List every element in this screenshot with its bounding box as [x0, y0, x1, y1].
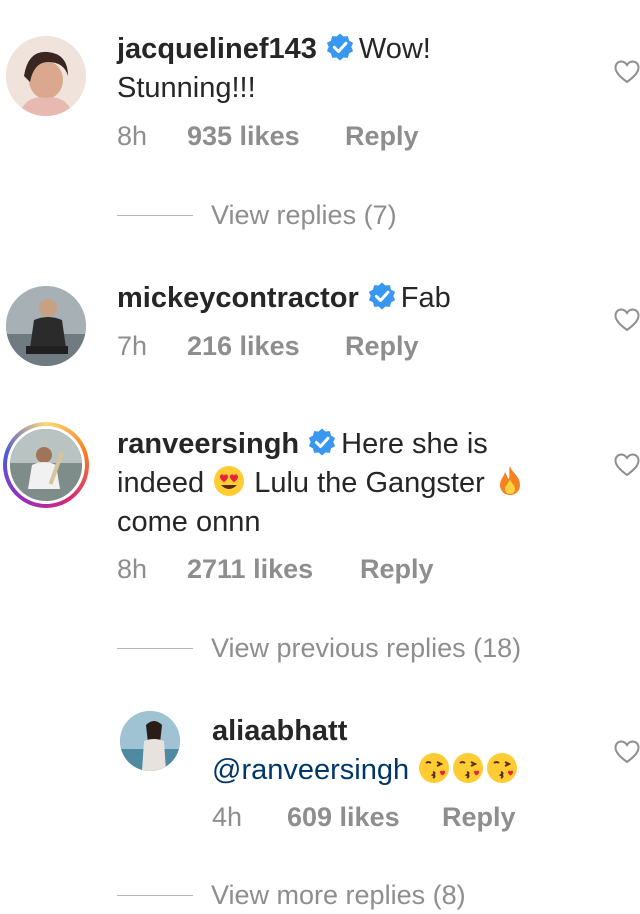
- username[interactable]: mickeycontractor: [117, 282, 359, 314]
- comment-body-line2b: Lulu the Gangster: [254, 467, 485, 499]
- avatar[interactable]: [6, 36, 86, 116]
- avatar[interactable]: [6, 286, 86, 366]
- comment-text: mickeycontractor Fab: [117, 279, 547, 318]
- reply-meta: 4h 609 likes Reply: [212, 802, 516, 833]
- verified-badge-icon: [309, 428, 336, 456]
- heart-outline-icon[interactable]: [614, 740, 640, 764]
- divider-line: [117, 648, 193, 649]
- verified-badge-icon: [326, 33, 353, 61]
- view-previous-replies-button[interactable]: View previous replies (18): [117, 633, 521, 664]
- comment-meta: 8h 2711 likes Reply: [117, 554, 434, 585]
- timestamp: 7h: [117, 331, 148, 361]
- comment-body-line2a: indeed: [117, 467, 205, 499]
- divider-line: [117, 215, 193, 216]
- comment-meta: 8h 935 likes Reply: [117, 121, 419, 152]
- comment-text: ranveersingh Here she is indeed Lulu the …: [117, 425, 587, 542]
- comment-body: Fab: [400, 282, 451, 314]
- comment-meta: 7h 216 likes Reply: [117, 331, 419, 362]
- view-more-replies-button[interactable]: View more replies (8): [117, 880, 466, 911]
- avatar[interactable]: [120, 711, 180, 771]
- comment-body: Here she is: [341, 428, 488, 460]
- likes-count[interactable]: 216 likes: [187, 331, 345, 362]
- likes-count[interactable]: 935 likes: [187, 121, 345, 152]
- timestamp: 8h: [117, 554, 148, 584]
- view-more-replies-label[interactable]: View more replies (8): [211, 880, 466, 911]
- reply-button[interactable]: Reply: [360, 554, 434, 585]
- kissing-face-emoji: [487, 753, 518, 783]
- view-previous-replies-label[interactable]: View previous replies (18): [211, 633, 521, 664]
- comment-body-line3: come onnn: [117, 506, 261, 538]
- view-replies-label[interactable]: View replies (7): [211, 200, 397, 231]
- avatar-story-ring[interactable]: [3, 422, 89, 508]
- divider-line: [117, 895, 193, 896]
- mention-link[interactable]: @ranveersingh: [212, 754, 409, 786]
- timestamp: 4h: [212, 802, 243, 832]
- reply-button[interactable]: Reply: [345, 121, 419, 152]
- kissing-face-emoji: [453, 753, 484, 783]
- comment-body-continued: Stunning!!!: [117, 72, 256, 104]
- comment-text: jacquelinef143 Wow! Stunning!!!: [117, 30, 547, 108]
- username[interactable]: aliaabhatt: [212, 715, 347, 747]
- likes-count[interactable]: 609 likes: [287, 802, 442, 833]
- comment-body: Wow!: [358, 33, 431, 65]
- kissing-face-emoji: [419, 753, 450, 783]
- timestamp: 8h: [117, 121, 148, 151]
- fire-emoji: [499, 466, 520, 495]
- username[interactable]: jacquelinef143: [117, 33, 317, 65]
- reply-button[interactable]: Reply: [345, 331, 419, 362]
- avatar: [7, 426, 85, 504]
- reply-text: aliaabhatt @ranveersingh: [212, 712, 592, 790]
- verified-badge-icon: [368, 282, 395, 310]
- heart-outline-icon[interactable]: [614, 453, 640, 477]
- view-replies-button[interactable]: View replies (7): [117, 200, 397, 231]
- heart-outline-icon[interactable]: [614, 60, 640, 84]
- heart-eyes-emoji: [214, 466, 245, 496]
- likes-count[interactable]: 2711 likes: [187, 554, 360, 585]
- reply-button[interactable]: Reply: [442, 802, 516, 833]
- heart-outline-icon[interactable]: [614, 308, 640, 332]
- username[interactable]: ranveersingh: [117, 428, 299, 460]
